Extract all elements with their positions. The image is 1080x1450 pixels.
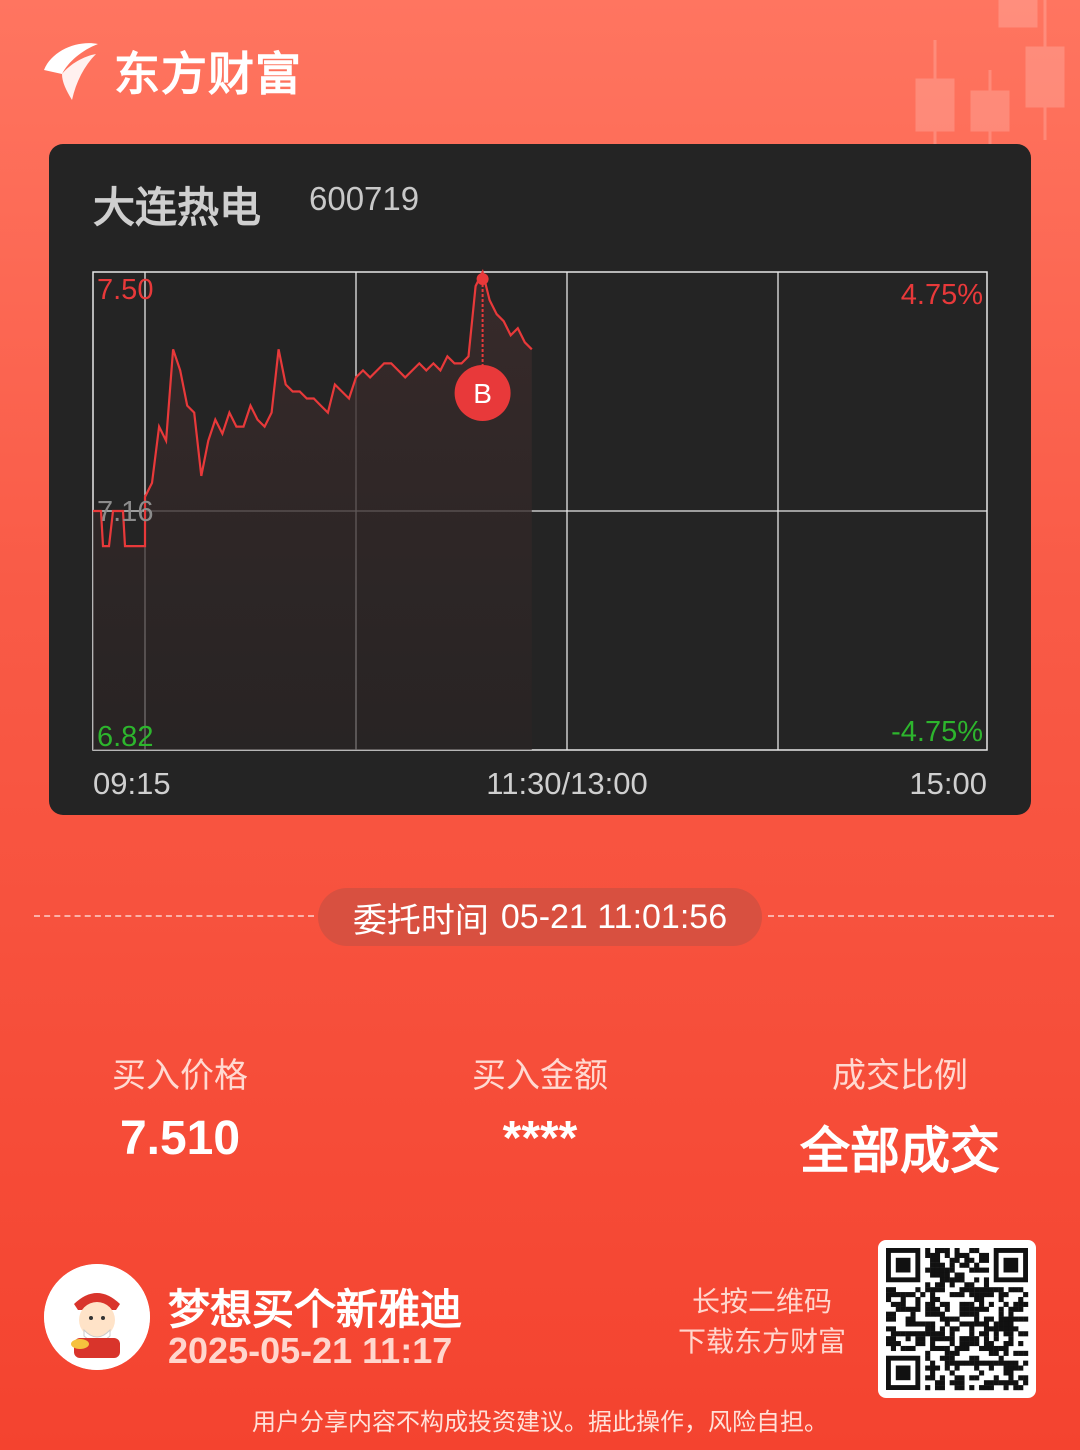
brand-header: 东方财富	[42, 38, 302, 104]
intraday-chart: 7.50 7.16 6.82 4.75% -4.75% 09:15 11:30/…	[92, 268, 988, 801]
pct-label-top: 4.75%	[901, 279, 983, 311]
fill-ratio-value: 全部成交	[800, 1123, 1000, 1179]
stat-buy-amount: 买入金额 ****	[390, 1048, 690, 1166]
qr-tip: 长按二维码 下载东方财富	[662, 1282, 862, 1362]
buy-amount-label: 买入金额	[472, 1057, 608, 1095]
buy-price-label: 买入价格	[112, 1057, 248, 1095]
price-area	[93, 272, 532, 750]
y-label-top: 7.50	[97, 274, 153, 306]
stock-chart-card: 大连热电 600719 7.50 7.16 6.82 4.75% -4.75% …	[49, 144, 1031, 815]
x-tick-label: 15:00	[909, 766, 987, 801]
y-label-bottom: 6.82	[97, 721, 153, 753]
stat-buy-price: 买入价格 7.510	[30, 1048, 330, 1166]
disclaimer: 用户分享内容不构成投资建议。据此操作，风险自担。	[252, 1409, 828, 1436]
pct-label-bottom: -4.75%	[891, 716, 983, 748]
fill-ratio-label: 成交比例	[832, 1057, 968, 1095]
divider-right	[768, 915, 1054, 917]
y-label-mid: 7.16	[97, 496, 153, 528]
brand-name: 东方财富	[114, 48, 302, 100]
brand-logo-icon	[44, 43, 98, 100]
x-tick-label: 09:15	[93, 766, 171, 801]
order-time-value: 05-21 11:01:56	[500, 897, 728, 936]
buy-amount-value: ****	[502, 1112, 578, 1165]
stat-fill-ratio: 成交比例 全部成交	[750, 1048, 1050, 1183]
x-tick-label: 11:30/13:00	[486, 766, 647, 801]
divider-left	[34, 915, 314, 917]
buy-price-value: 7.510	[119, 1112, 241, 1165]
avatar-icon	[44, 1264, 150, 1370]
qr-code[interactable]	[878, 1240, 1036, 1398]
username: 梦想买个新雅迪	[168, 1286, 463, 1333]
qr-tip-line2: 下载东方财富	[677, 1326, 846, 1357]
share-time: 2025-05-21 11:17	[168, 1330, 453, 1371]
buy-marker-label: B	[473, 378, 492, 409]
order-time-pill: 委托时间 05-21 11:01:56	[318, 888, 762, 946]
order-time-label: 委托时间	[352, 901, 489, 940]
qr-tip-line1: 长按二维码	[691, 1286, 832, 1317]
avatar[interactable]	[44, 1264, 150, 1370]
share-footer: 梦想买个新雅迪 2025-05-21 11:17 长按二维码 下载东方财富 用户…	[0, 1240, 1080, 1450]
qr-code-icon	[886, 1248, 1029, 1391]
